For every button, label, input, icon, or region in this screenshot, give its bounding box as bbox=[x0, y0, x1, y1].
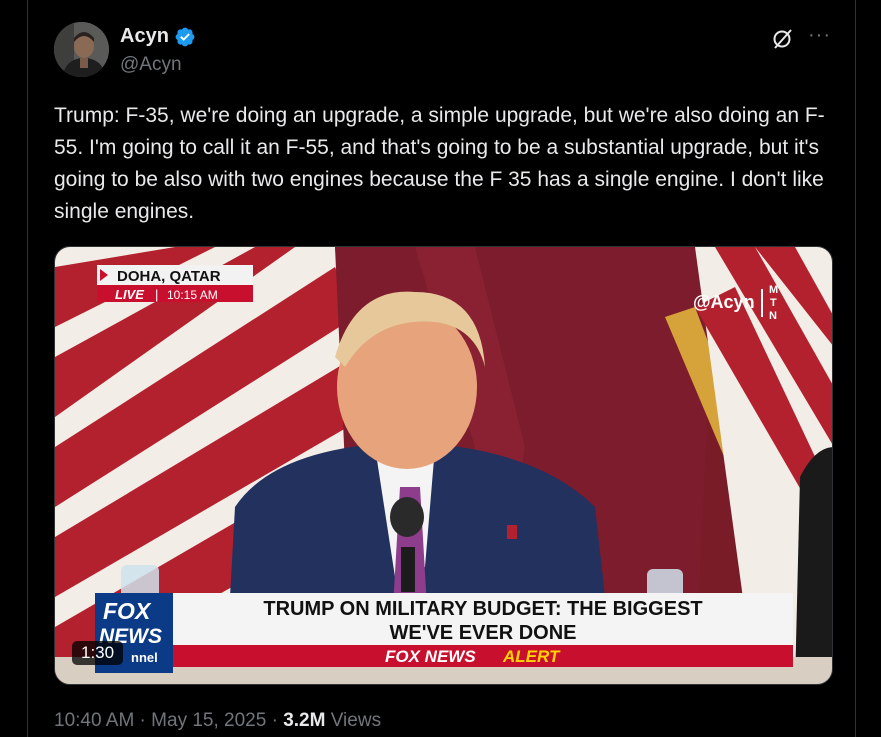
author-display-name-row[interactable]: Acyn bbox=[120, 25, 196, 48]
tweet-time[interactable]: 10:40 AM bbox=[54, 710, 134, 731]
mtn-m: M bbox=[769, 284, 778, 296]
mtn-t: T bbox=[770, 297, 777, 309]
column-border-left bbox=[27, 0, 28, 737]
author-display-name[interactable]: Acyn bbox=[120, 25, 169, 48]
location-label: DOHA, QATAR bbox=[117, 268, 221, 285]
channel-fragment: nnel bbox=[131, 650, 158, 665]
watermark: @Acyn bbox=[693, 292, 755, 312]
alert-brand: FOX NEWS bbox=[385, 647, 476, 666]
video-duration-badge: 1:30 bbox=[72, 641, 124, 665]
live-time: 10:15 AM bbox=[167, 288, 218, 302]
chyron-line2: WE'VE EVER DONE bbox=[389, 622, 576, 644]
tweet-meta: 10:40 AM · May 15, 2025 · 3.2M Views bbox=[54, 710, 381, 732]
views-count[interactable]: 3.2M bbox=[283, 710, 325, 731]
avatar[interactable] bbox=[54, 22, 109, 77]
grok-icon[interactable] bbox=[770, 27, 794, 51]
meta-separator: · bbox=[266, 710, 284, 731]
video-player[interactable]: DOHA, QATAR LIVE | 10:15 AM @Acyn M T N … bbox=[54, 246, 833, 685]
alert-word: ALERT bbox=[502, 647, 561, 666]
chyron: FOX NEWS nnel TRUMP ON MILITARY BUDGET: … bbox=[95, 593, 793, 673]
tweet-date[interactable]: May 15, 2025 bbox=[151, 710, 266, 731]
video-frame: DOHA, QATAR LIVE | 10:15 AM @Acyn M T N … bbox=[55, 247, 832, 684]
live-bug: DOHA, QATAR LIVE | 10:15 AM bbox=[97, 265, 253, 302]
live-label: LIVE bbox=[115, 287, 144, 302]
author-handle[interactable]: @Acyn bbox=[120, 54, 182, 76]
more-icon[interactable]: ··· bbox=[808, 24, 831, 47]
meta-separator: · bbox=[134, 710, 152, 731]
column-border-right bbox=[855, 0, 856, 737]
chyron-line1: TRUMP ON MILITARY BUDGET: THE BIGGEST bbox=[263, 598, 702, 620]
tweet-text: Trump: F-35, we're doing an upgrade, a s… bbox=[54, 104, 825, 223]
views-label: Views bbox=[325, 710, 382, 731]
network-line1: FOX bbox=[103, 598, 152, 624]
svg-text:|: | bbox=[155, 287, 158, 302]
verified-badge-icon bbox=[175, 27, 195, 46]
mtn-n: N bbox=[769, 310, 777, 322]
microphone bbox=[401, 547, 415, 592]
